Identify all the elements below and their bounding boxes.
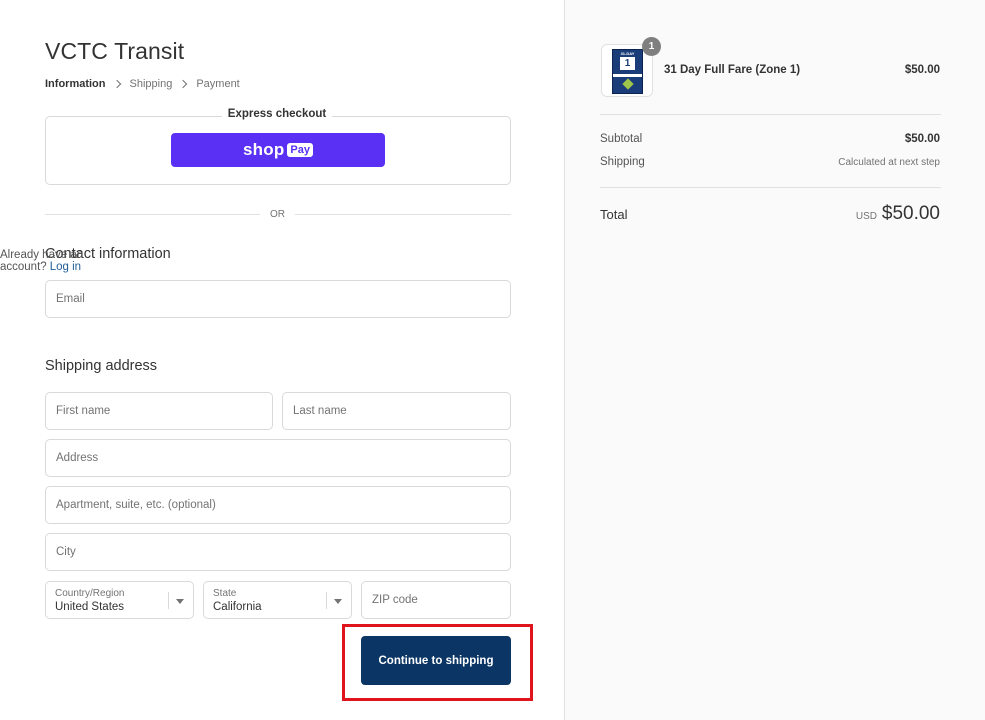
checkout-main: VCTC Transit Information Shipping Paymen…	[0, 0, 564, 720]
subtotal-value: $50.00	[904, 133, 940, 145]
product-price: $50.00	[904, 64, 940, 76]
summary-divider	[600, 187, 941, 188]
total-amount: $50.00	[881, 203, 940, 224]
subtotal-label: Subtotal	[600, 133, 643, 145]
express-checkout-label: Express checkout	[222, 108, 332, 120]
ticket-top-text: 31-DAY	[620, 51, 635, 56]
chevron-right-icon	[179, 79, 188, 89]
breadcrumb-payment: Payment	[196, 78, 240, 90]
zip-field[interactable]	[361, 581, 511, 619]
ticket-band	[613, 74, 642, 77]
first-name-field[interactable]	[45, 392, 273, 430]
country-label: Country/Region	[55, 588, 125, 599]
apartment-field[interactable]	[45, 486, 511, 524]
store-title[interactable]: VCTC Transit	[45, 38, 184, 65]
state-select[interactable]: State California	[203, 581, 352, 619]
email-field[interactable]	[45, 280, 511, 318]
divider-left	[45, 214, 260, 215]
total-currency: USD	[855, 211, 877, 222]
select-divider	[326, 592, 327, 609]
breadcrumb-information[interactable]: Information	[45, 78, 106, 90]
quantity-badge: 1	[642, 37, 661, 56]
order-summary-sidebar: 31-DAY 1 1 31 Day Full Fare (Zone 1) $50…	[564, 0, 985, 720]
email-input[interactable]	[46, 281, 510, 317]
ticket-logo-icon	[622, 78, 634, 90]
shipping-section-title: Shipping address	[45, 358, 158, 374]
address-field[interactable]	[45, 439, 511, 477]
shop-pay-logo-text: shop	[243, 140, 285, 159]
country-value: United States	[55, 601, 125, 613]
shipping-value: Calculated at next step	[838, 157, 940, 168]
shop-pay-pay-badge: Pay	[287, 143, 313, 157]
chevron-down-icon	[334, 599, 342, 604]
continue-to-shipping-button[interactable]: Continue to shipping	[361, 636, 511, 685]
country-select[interactable]: Country/Region United States	[45, 581, 194, 619]
chevron-right-icon	[112, 79, 121, 89]
ticket-number: 1	[620, 57, 635, 70]
first-name-input[interactable]	[46, 393, 272, 429]
shop-pay-button[interactable]: shop Pay	[171, 133, 385, 167]
login-link[interactable]: Log in	[50, 261, 81, 273]
city-input[interactable]	[46, 534, 510, 570]
divider-right	[295, 214, 511, 215]
address-input[interactable]	[46, 440, 510, 476]
summary-divider	[600, 114, 941, 115]
city-field[interactable]	[45, 533, 511, 571]
transit-pass-image: 31-DAY 1	[612, 49, 643, 94]
or-divider-text: OR	[270, 209, 285, 220]
breadcrumb-shipping: Shipping	[129, 78, 173, 90]
zip-input[interactable]	[362, 582, 510, 618]
last-name-input[interactable]	[283, 393, 510, 429]
account-prompt: Already have an account? Log in	[0, 249, 89, 273]
state-value: California	[213, 601, 262, 613]
apartment-input[interactable]	[46, 487, 510, 523]
state-label: State	[213, 588, 237, 599]
breadcrumb: Information Shipping Payment	[45, 78, 240, 90]
select-divider	[168, 592, 169, 609]
total-label: Total	[600, 207, 628, 222]
product-name: 31 Day Full Fare (Zone 1)	[664, 64, 801, 76]
chevron-down-icon	[176, 599, 184, 604]
shipping-label: Shipping	[600, 156, 645, 168]
last-name-field[interactable]	[282, 392, 511, 430]
